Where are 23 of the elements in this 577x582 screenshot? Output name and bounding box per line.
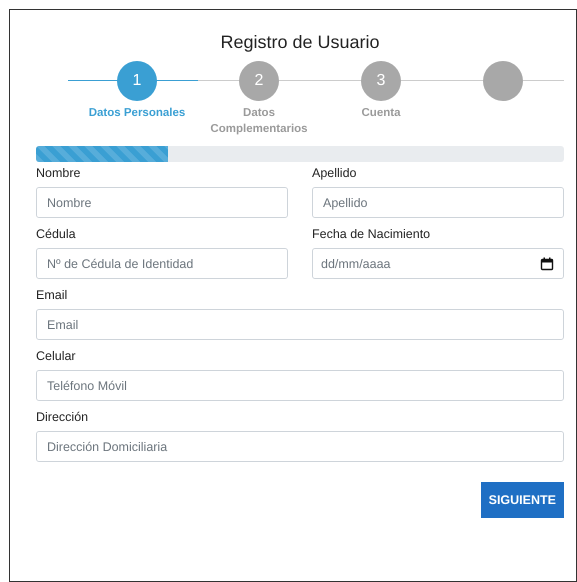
date-field[interactable]: dd/mm/aaaa bbox=[312, 248, 564, 279]
field-label: Apellido bbox=[312, 165, 358, 181]
step-circle[interactable]: 2 bbox=[239, 61, 279, 101]
input-field[interactable]: Dirección Domiciliaria bbox=[36, 431, 564, 462]
calendar-icon[interactable] bbox=[540, 257, 554, 271]
step-label: Cuenta bbox=[360, 106, 402, 121]
input-field[interactable]: Email bbox=[36, 309, 564, 340]
field-label: Celular bbox=[36, 348, 77, 364]
input-field[interactable]: Nº de Cédula de Identidad bbox=[36, 248, 288, 279]
field-label: Nombre bbox=[36, 165, 82, 181]
step-circle[interactable]: 3 bbox=[361, 61, 401, 101]
input-field[interactable]: Teléfono Móvil bbox=[36, 370, 564, 401]
field-label: Cédula bbox=[36, 226, 77, 242]
input-field[interactable]: Apellido bbox=[312, 187, 564, 218]
next-button[interactable]: SIGUIENTE bbox=[480, 482, 564, 518]
step-circle[interactable]: 1 bbox=[117, 61, 157, 101]
field-label: Email bbox=[36, 287, 68, 303]
field-label: Fecha de Nacimiento bbox=[312, 226, 432, 242]
step-label: Datos Personales bbox=[88, 106, 186, 121]
form-title: Registro de Usuario bbox=[219, 31, 381, 54]
step-label: Datos Complementarios bbox=[209, 106, 309, 137]
field-label: Dirección bbox=[36, 409, 90, 425]
input-field[interactable]: Nombre bbox=[36, 187, 288, 218]
